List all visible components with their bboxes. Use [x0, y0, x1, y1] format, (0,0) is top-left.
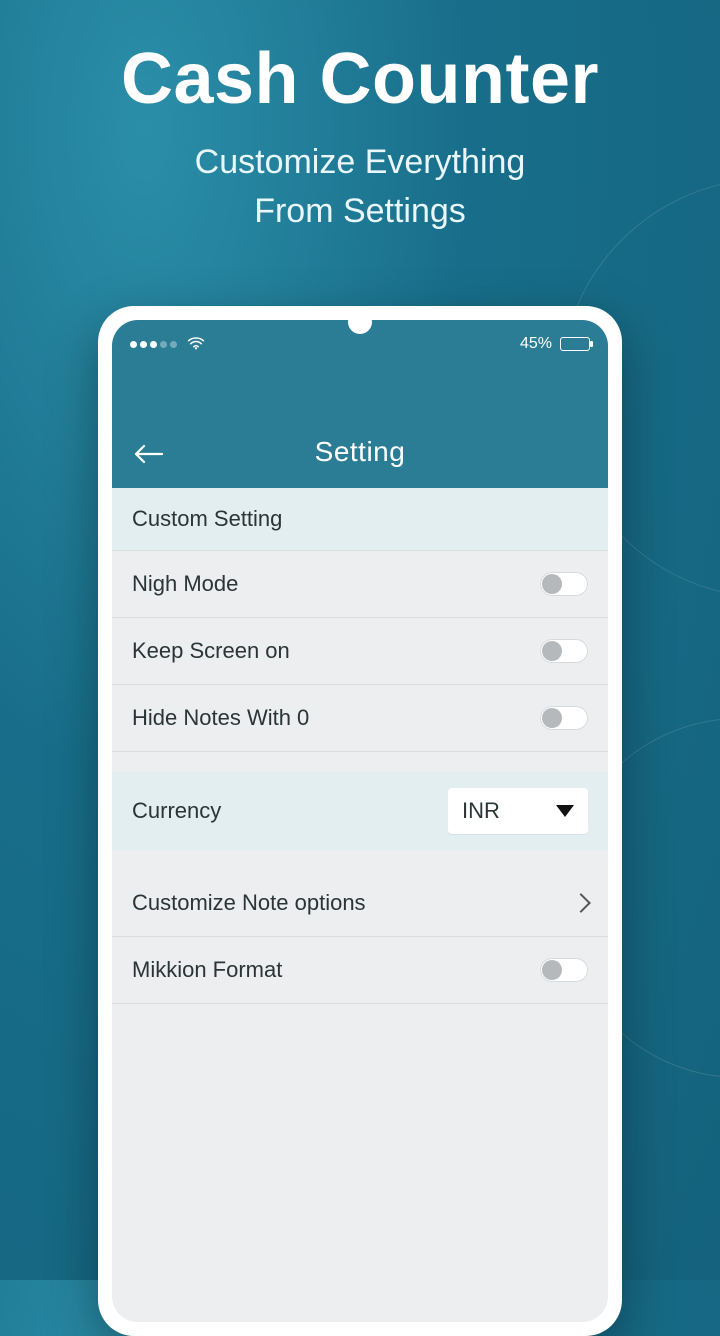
phone-mockup: 45% Setting Custom Setting Nigh Mode: [98, 306, 622, 1336]
label-currency: Currency: [132, 798, 221, 824]
toggle-million-format[interactable]: [540, 958, 588, 982]
spacer: [112, 850, 608, 870]
row-customize-note-options[interactable]: Customize Note options: [112, 870, 608, 937]
back-button[interactable]: [132, 442, 164, 466]
hero-subtitle: Customize Everything From Settings: [0, 138, 720, 237]
phone-frame: 45% Setting Custom Setting Nigh Mode: [98, 306, 622, 1336]
hero-subtitle-line2: From Settings: [254, 192, 466, 230]
wifi-icon: [187, 335, 205, 353]
toggle-hide-notes-zero[interactable]: [540, 706, 588, 730]
label-million-format: Mikkion Format: [132, 957, 282, 983]
row-million-format: Mikkion Format: [112, 937, 608, 1004]
battery-icon: [560, 337, 590, 351]
row-hide-notes-zero: Hide Notes With 0: [112, 685, 608, 752]
label-customize-note-options: Customize Note options: [132, 890, 366, 916]
label-keep-screen-on: Keep Screen on: [132, 638, 290, 664]
chevron-right-icon: [571, 893, 591, 913]
row-currency: Currency INR: [112, 772, 608, 850]
row-keep-screen-on: Keep Screen on: [112, 618, 608, 685]
spacer: [112, 752, 608, 772]
section-header-custom-setting: Custom Setting: [112, 488, 608, 551]
empty-area: [112, 1004, 608, 1322]
toggle-night-mode[interactable]: [540, 572, 588, 596]
row-night-mode: Nigh Mode: [112, 551, 608, 618]
battery-percent: 45%: [520, 335, 552, 353]
toggle-keep-screen-on[interactable]: [540, 639, 588, 663]
currency-selected-value: INR: [462, 798, 500, 824]
currency-dropdown[interactable]: INR: [448, 788, 588, 834]
label-night-mode: Nigh Mode: [132, 571, 238, 597]
front-camera-dot: [348, 310, 372, 334]
label-hide-notes-zero: Hide Notes With 0: [132, 705, 309, 731]
hero-title: Cash Counter: [0, 38, 720, 120]
hero-subtitle-line1: Customize Everything: [195, 143, 526, 181]
signal-icon: [130, 341, 177, 348]
chevron-down-icon: [556, 805, 574, 817]
app-header: Setting: [112, 368, 608, 488]
phone-screen: 45% Setting Custom Setting Nigh Mode: [112, 320, 608, 1322]
page-title: Setting: [315, 436, 406, 468]
